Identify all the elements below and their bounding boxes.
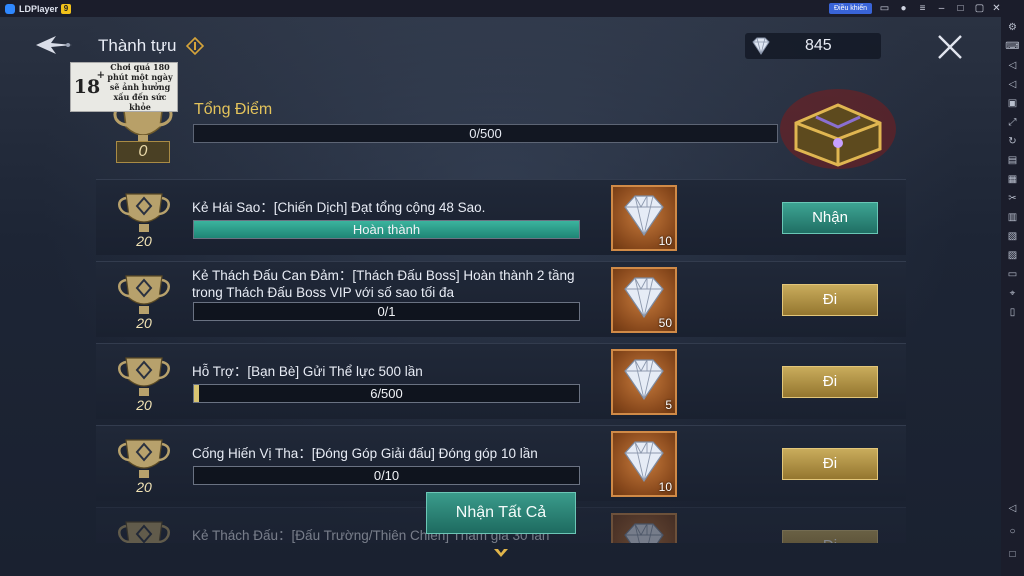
achievement-progress-bar: 6/500 (193, 384, 580, 403)
achievement-trophy-icon: 20 (114, 270, 174, 332)
emulator-sidebar: ⚙ ⌨ ◁ ◁ ▣ ⤢ ↻ ▤ ▦ ✂ ▥ ▧ ▨ ▭ ⌖ ▯ ◁ ○ □ (1001, 17, 1024, 576)
claim-button[interactable]: Nhận (782, 202, 878, 234)
achievement-progress-bar: 0/1 (193, 302, 580, 321)
reward-diamond-item[interactable]: 5 (611, 349, 677, 415)
diamond-currency-icon (752, 37, 770, 55)
nav-home-icon[interactable]: ○ (1005, 525, 1020, 539)
reward-diamond-item[interactable] (611, 513, 677, 543)
location-icon[interactable]: ⌖ (1005, 287, 1020, 301)
fullscreen-icon[interactable]: ▣ (1005, 97, 1020, 111)
account-icon[interactable]: ● (897, 2, 910, 15)
settings-icon[interactable]: ⚙ (1005, 21, 1020, 35)
achievement-row: 20 Hỗ Trợ：[Bạn Bè] Gửi Thể lực 500 lần 6/5… (96, 343, 906, 419)
close-icon[interactable] (936, 33, 964, 61)
achievement-title: Kẻ Thách Đấu Can Đảm：[Thách Đấu Boss] Ho… (192, 268, 575, 300)
achievement-progress-bar: 0/10 (193, 466, 580, 485)
menu-icon[interactable]: ≡ (916, 2, 929, 15)
screenshot-icon[interactable]: ▤ (1005, 154, 1020, 168)
emulator-titlebar: LDPlayer 9 Điều khiển ▭ ● ≡ – □ ▢ ✕ (0, 0, 1024, 17)
currency-display: 845 (745, 33, 881, 59)
page-title: Thành tựu (98, 36, 177, 55)
go-button[interactable]: Đi (782, 284, 878, 316)
claim-all-button[interactable]: Nhận Tất Cả (426, 492, 576, 534)
total-points-label: Tổng Điểm (194, 101, 273, 118)
reward-quantity: 10 (658, 480, 672, 494)
folder-icon[interactable]: ▭ (1005, 268, 1020, 282)
achievement-progress-text: 0/10 (373, 468, 400, 483)
achievement-trophy-icon: 20 (114, 516, 174, 543)
emulator-app-name: LDPlayer (19, 3, 59, 14)
reward-quantity: 5 (665, 398, 672, 412)
achievement-trophy-icon: 20 (114, 188, 174, 250)
achievement-row: 20 Kẻ Thách Đấu Can Đảm：[Thách Đấu Boss] … (96, 261, 906, 337)
total-score-badge: 0 (116, 141, 170, 163)
minimize-icon[interactable]: – (935, 2, 948, 15)
nav-recent-icon[interactable]: □ (1005, 548, 1020, 562)
maximize-icon[interactable]: ▢ (973, 2, 986, 15)
shake-icon[interactable]: ▯ (1005, 306, 1020, 320)
age-rating-notice: Chơi quá 180 phút một ngày sẽ ảnh hưởng … (107, 62, 173, 112)
scroll-down-icon[interactable] (492, 547, 510, 559)
age-rating-badge: 18 + Chơi quá 180 phút một ngày sẽ ảnh hư… (70, 62, 178, 112)
reward-quantity: 10 (658, 234, 672, 248)
achievement-progress-bar: Hoàn thành (193, 220, 580, 239)
reward-diamond-item[interactable]: 10 (611, 185, 677, 251)
svg-text:20: 20 (135, 397, 152, 413)
sync-icon[interactable]: ▧ (1005, 230, 1020, 244)
resize-icon[interactable]: ⤢ (1005, 116, 1020, 130)
svg-text:20: 20 (135, 233, 152, 249)
close-window-icon[interactable]: ✕ (990, 2, 1003, 15)
currency-value: 845 (805, 37, 832, 54)
achievement-title: Kẻ Hái Sao：[Chiến Dịch] Đạt tổng cộng 48… (192, 200, 486, 215)
age-rating-number: 18 + (73, 70, 105, 98)
gamepad-icon[interactable]: ▭ (878, 2, 891, 15)
apk-icon[interactable]: ▨ (1005, 249, 1020, 263)
reward-chest-icon[interactable] (776, 83, 900, 171)
macro-icon[interactable]: ▥ (1005, 211, 1020, 225)
achievement-title: Hỗ Trợ：[Bạn Bè] Gửi Thể lực 500 lần (192, 364, 423, 379)
info-icon[interactable] (186, 37, 204, 55)
achievement-row: 20 Kẻ Hái Sao：[Chiến Dịch] Đạt tổng cộng … (96, 179, 906, 255)
reward-quantity: 50 (658, 316, 672, 330)
go-button[interactable]: Đi (782, 448, 878, 480)
remote-control-button[interactable]: Điều khiển (829, 3, 872, 14)
record-icon[interactable]: ▦ (1005, 173, 1020, 187)
game-screen: Thành tựu 845 0 Tổng Điểm 0/500 18 + Chơi… (0, 17, 1001, 576)
volume-down-icon[interactable]: ◁ (1005, 78, 1020, 92)
ldplayer-logo-icon (5, 3, 15, 14)
total-progress-bar: 0/500 (193, 124, 778, 143)
version-badge: 9 (61, 3, 72, 14)
go-button[interactable]: Đi (782, 366, 878, 398)
achievement-row: 20 Cống Hiến Vị Tha：[Đóng Góp Giải đấu] Đ… (96, 425, 906, 501)
achievement-trophy-icon: 20 (114, 352, 174, 414)
nav-back-icon[interactable]: ◁ (1005, 502, 1020, 516)
achievement-list[interactable]: 20 Kẻ Hái Sao：[Chiến Dịch] Đạt tổng cộng … (96, 177, 906, 543)
go-button[interactable]: Đi (782, 530, 878, 543)
achievement-progress-text: Hoàn thành (352, 222, 421, 237)
total-progress-text: 0/500 (469, 126, 502, 141)
achievement-progress-text: 0/1 (377, 304, 396, 319)
achievement-title: Cống Hiến Vị Tha：[Đóng Góp Giải đấu] Đón… (192, 446, 538, 461)
restore-icon[interactable]: □ (954, 2, 967, 15)
svg-text:20: 20 (135, 315, 152, 331)
reward-diamond-item[interactable]: 10 (611, 431, 677, 497)
achievement-trophy-icon: 20 (114, 434, 174, 496)
reward-diamond-item[interactable]: 50 (611, 267, 677, 333)
volume-up-icon[interactable]: ◁ (1005, 59, 1020, 73)
scissors-icon[interactable]: ✂ (1005, 192, 1020, 206)
svg-text:20: 20 (135, 479, 152, 495)
achievement-progress-text: 6/500 (370, 386, 403, 401)
back-arrow-icon[interactable] (34, 33, 74, 57)
keyboard-icon[interactable]: ⌨ (1005, 40, 1020, 54)
rotate-icon[interactable]: ↻ (1005, 135, 1020, 149)
